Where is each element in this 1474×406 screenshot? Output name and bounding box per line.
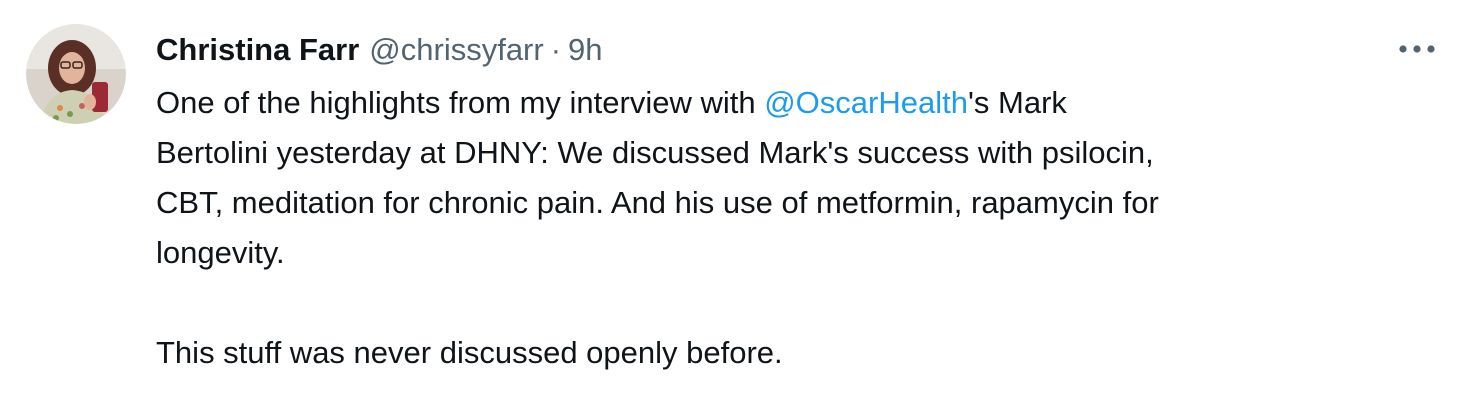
tweet-text-segment: 's Mark (967, 85, 1067, 120)
tweet-text-segment: This stuff was never discussed openly be… (156, 335, 783, 370)
tweet-text-segment: longevity. (156, 235, 285, 270)
more-horizontal-icon (1399, 45, 1435, 53)
tweet[interactable]: Christina Farr @chrissyfarr · 9h One of … (0, 0, 1474, 406)
author-name[interactable]: Christina Farr (156, 28, 359, 72)
separator-dot: · (550, 32, 562, 67)
avatar[interactable] (26, 24, 126, 124)
tweet-paragraph-2: This stuff was never discussed openly be… (156, 328, 1436, 378)
author-handle[interactable]: @chrissyfarr (369, 28, 543, 72)
tweet-paragraph-1: One of the highlights from my interview … (156, 78, 1436, 278)
tweet-timestamp[interactable]: 9h (568, 28, 602, 72)
tweet-text-segment: CBT, meditation for chronic pain. And hi… (156, 185, 1159, 220)
more-options-button[interactable] (1394, 34, 1440, 64)
tweet-content: Christina Farr @chrissyfarr · 9h One of … (156, 28, 1436, 378)
tweet-text-segment: Bertolini yesterday at DHNY: We discusse… (156, 135, 1154, 170)
tweet-text: One of the highlights from my interview … (156, 78, 1436, 378)
avatar-photo (26, 24, 126, 124)
tweet-header: Christina Farr @chrissyfarr · 9h (156, 28, 1436, 72)
mention-link[interactable]: @OscarHealth (764, 85, 968, 120)
tweet-text-segment: One of the highlights from my interview … (156, 85, 765, 120)
